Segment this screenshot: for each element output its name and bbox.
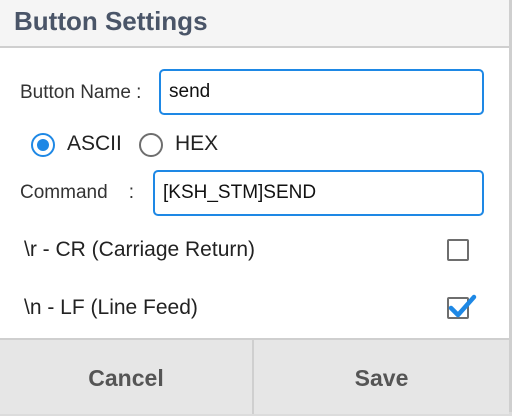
button-name-label: Button Name : — [20, 82, 142, 103]
cr-checkbox[interactable] — [447, 239, 469, 261]
button-settings-dialog: Button Settings Button Name : send ASCII… — [0, 0, 512, 414]
dialog-button-bar: Cancel Save — [0, 338, 509, 414]
cr-option-label: \r - CR (Carriage Return) — [24, 238, 256, 261]
button-name-input[interactable]: send — [159, 69, 484, 115]
hex-radio[interactable] — [139, 133, 163, 157]
checkmark-icon — [448, 294, 477, 318]
hex-radio-label[interactable]: HEX — [175, 132, 218, 156]
command-input[interactable]: [KSH_STM]SEND — [153, 170, 484, 216]
dialog-title: Button Settings — [14, 6, 208, 36]
save-button[interactable]: Save — [254, 340, 509, 414]
cancel-button[interactable]: Cancel — [0, 340, 252, 414]
dialog-header: Button Settings — [0, 0, 509, 48]
lf-option-label: \n - LF (Line Feed) — [24, 296, 198, 319]
command-label: Command : — [20, 182, 135, 203]
lf-checkbox[interactable] — [447, 294, 477, 319]
ascii-radio-label[interactable]: ASCII — [67, 132, 122, 156]
ascii-radio[interactable] — [31, 133, 55, 157]
